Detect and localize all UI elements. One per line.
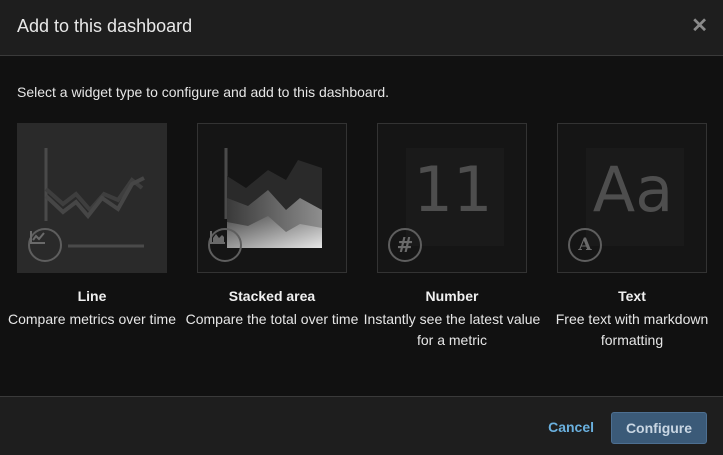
text-preview: Aa A xyxy=(557,123,707,273)
cancel-button[interactable]: Cancel xyxy=(548,419,594,435)
stacked-area-preview xyxy=(197,123,347,273)
dialog-footer: Cancel Configure xyxy=(0,396,723,455)
dialog-body: Select a widget type to configure and ad… xyxy=(0,57,723,396)
line-preview xyxy=(17,123,167,273)
hash-icon: # xyxy=(388,228,422,262)
widget-option-text[interactable]: Aa A Text Free text with markdown format… xyxy=(556,123,708,351)
widget-description: Compare the total over time xyxy=(185,311,359,327)
widget-description: Instantly see the latest value for a met… xyxy=(363,311,541,348)
dialog-header: Add to this dashboard ✕ xyxy=(0,0,723,56)
line-chart-icon xyxy=(28,228,62,262)
text-glyph: A xyxy=(578,235,592,255)
text-icon: A xyxy=(568,228,602,262)
widget-name: Text xyxy=(618,288,646,304)
area-chart-icon xyxy=(208,228,242,262)
text-preview-text: Aa xyxy=(592,153,674,226)
widget-option-stacked-area[interactable]: Stacked area Compare the total over time xyxy=(186,123,358,330)
hash-glyph: # xyxy=(396,233,414,257)
widget-description: Free text with markdown formatting xyxy=(555,311,709,348)
widget-name: Stacked area xyxy=(228,288,316,304)
widget-option-number[interactable]: 11 # Number Instantly see the latest val… xyxy=(364,123,540,351)
number-preview: 11 # xyxy=(377,123,527,273)
widget-name: Number xyxy=(425,288,479,304)
widget-name: Line xyxy=(77,288,107,304)
number-preview-text: 11 xyxy=(413,153,493,226)
widget-description: Compare metrics over time xyxy=(7,311,177,327)
configure-button[interactable]: Configure xyxy=(611,412,707,444)
instructions-text: Select a widget type to configure and ad… xyxy=(17,84,390,100)
widget-option-line[interactable]: Line Compare metrics over time xyxy=(8,123,176,330)
dialog-title: Add to this dashboard xyxy=(17,16,193,36)
close-icon[interactable]: ✕ xyxy=(691,16,708,36)
